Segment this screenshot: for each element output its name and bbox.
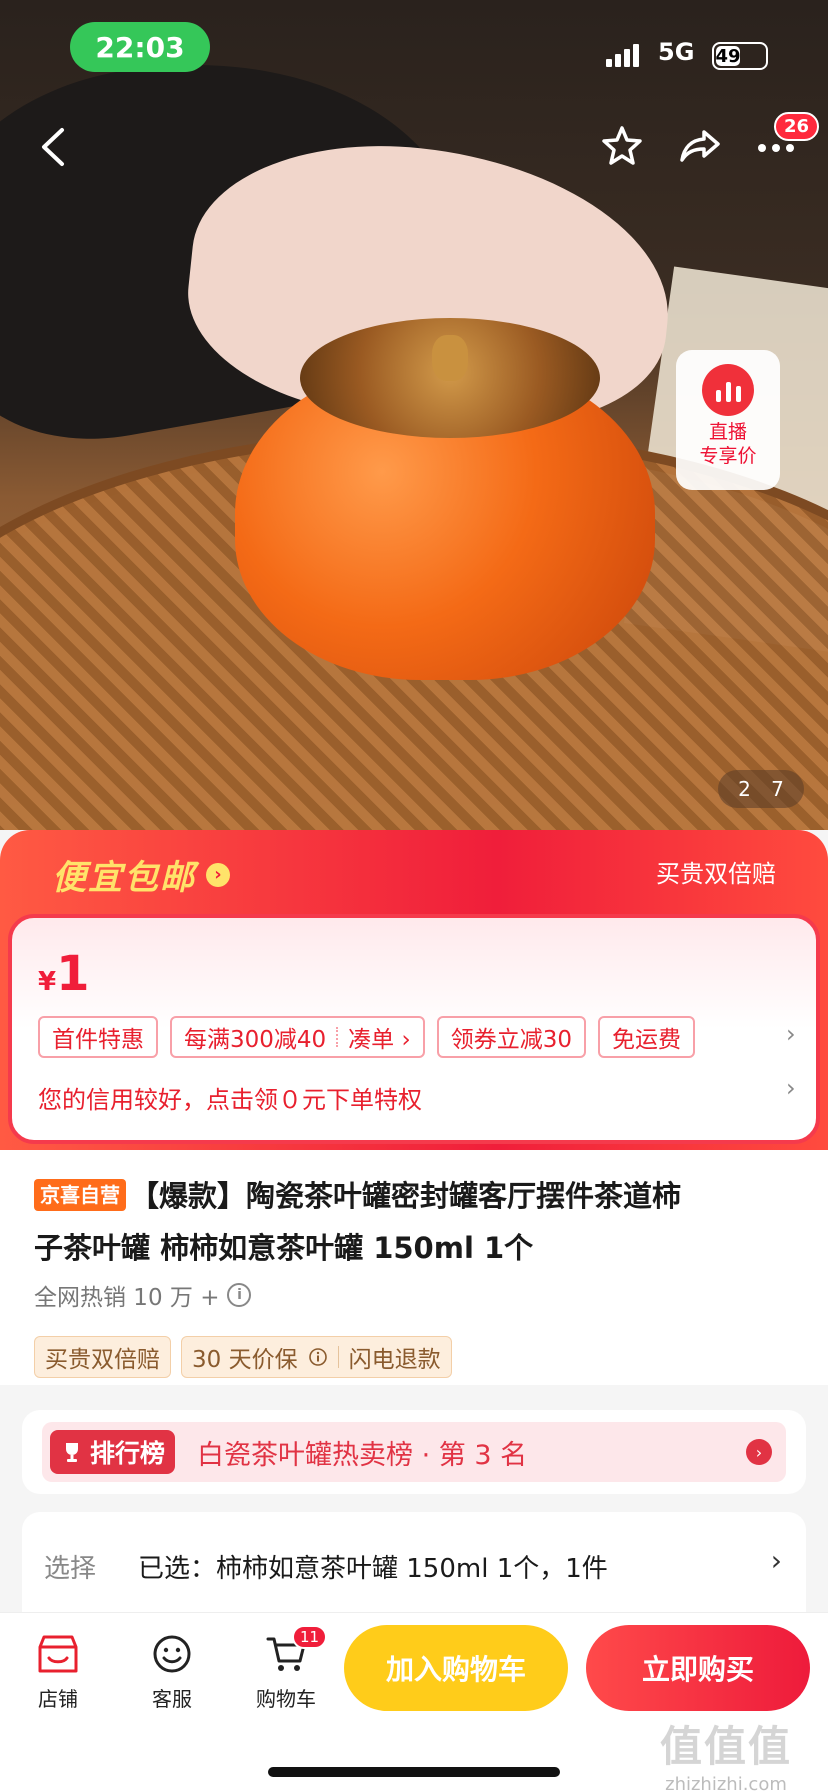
badge-label: 30 天价保	[192, 1347, 298, 1373]
credit-chevron-icon[interactable]: ›	[786, 1074, 796, 1102]
promo-guarantee: 买贵双倍赔	[656, 860, 776, 888]
promo-tag-coupon[interactable]: 领券立减30	[436, 1016, 586, 1058]
sales-text: 全网热销 10 万 +	[34, 1285, 220, 1311]
pager-total: 7	[771, 777, 784, 801]
add-on-link[interactable]: 凑单 ›	[348, 1020, 411, 1054]
back-arrow-icon	[42, 128, 64, 166]
badge-label: 买贵双倍赔	[45, 1347, 160, 1373]
double-refund-badge: 买贵双倍赔	[34, 1336, 171, 1378]
buy-now-button[interactable]: 立即购买	[586, 1625, 810, 1711]
selection-label: 选择	[44, 1554, 97, 1584]
status-time: 22:03	[70, 22, 210, 72]
price: ¥1	[38, 946, 90, 1002]
badge-divider	[337, 1346, 339, 1368]
live-price-label: 专享价	[699, 445, 757, 467]
badge-label: 闪电退款	[348, 1347, 441, 1373]
cart-label: 购物车	[256, 1687, 316, 1711]
promo-tag-label: 首件特惠	[52, 1027, 144, 1053]
spec-selection-row[interactable]: 选择 已选：柿柿如意茶叶罐 150ml 1个，1件 ›	[22, 1512, 806, 1612]
chat-smile-icon	[153, 1635, 191, 1673]
ranking-tag-label: 排行榜	[90, 1439, 166, 1468]
promo-tag-first-order: 首件特惠	[38, 1016, 158, 1058]
promo-tag-label: 免运费	[611, 1027, 681, 1053]
store-label: 店铺	[38, 1687, 78, 1711]
promo-title: 便宜包邮	[52, 858, 196, 898]
status-bar: 22:03 5G 49	[0, 0, 828, 96]
selection-value: 已选：柿柿如意茶叶罐 150ml 1个，1件	[138, 1554, 608, 1584]
share-icon	[680, 130, 720, 162]
promo-arrow-icon: ›	[206, 862, 230, 887]
credit-privilege-link[interactable]: 您的信用较好，点击领０元下单特权	[38, 1080, 422, 1115]
promo-tags[interactable]: 首件特惠 每满300减40 凑单 › 领券立减30 免运费	[38, 1016, 695, 1058]
watermark-logo: 值值值	[660, 1722, 793, 1771]
self-operated-badge: 京喜自营	[34, 1179, 126, 1211]
network-type: 5G	[658, 38, 695, 66]
watermark-url: zhizhizhi.com	[665, 1774, 787, 1792]
back-button[interactable]	[28, 112, 78, 182]
signal-icon	[606, 44, 639, 67]
product-title-line1: 【爆款】陶瓷茶叶罐密封罐客厅摆件茶道柿	[130, 1179, 682, 1213]
ranking-banner: 排行榜 白瓷茶叶罐热卖榜 · 第 3 名 ›	[42, 1422, 786, 1482]
service-badges[interactable]: 买贵双倍赔 30 天价保 闪电退款	[34, 1336, 452, 1378]
trophy-icon	[66, 1443, 78, 1462]
promo-tag-free-shipping: 免运费	[597, 1016, 695, 1058]
price-value: 1	[56, 946, 90, 1002]
sales-volume: 全网热销 10 万 + i	[34, 1278, 252, 1312]
live-stream-icon	[702, 364, 754, 416]
watermark: 值值值 zhizhizhi.com	[660, 1713, 792, 1792]
price-protect-badge: 30 天价保 闪电退款	[181, 1336, 452, 1378]
promo-tag-label: 每满300减40	[184, 1027, 327, 1053]
service-label: 客服	[152, 1687, 192, 1711]
live-label: 直播	[708, 421, 747, 443]
photo-jar-knob	[432, 335, 468, 381]
share-button[interactable]	[672, 118, 728, 174]
price-card: ¥1 首件特惠 每满300减40 凑单 › 领券立减30 免运费 › 您的信用较…	[8, 914, 820, 1144]
product-detail-page: 22:03 5G 49 26 直播 专享价 2 7 便宜包邮 › 买贵双倍赔 ¥…	[0, 0, 828, 1792]
star-icon	[602, 126, 642, 165]
tags-chevron-icon[interactable]: ›	[786, 1020, 796, 1048]
promo-panel: 便宜包邮 › 买贵双倍赔 ¥1 首件特惠 每满300减40 凑单 › 领券立减3…	[0, 830, 828, 1150]
price-currency: ¥	[38, 967, 57, 997]
info-icon[interactable]: i	[227, 1283, 252, 1307]
cart-tab[interactable]: 11 购物车	[246, 1625, 328, 1712]
image-pager: 2 7	[718, 770, 804, 808]
ranking-card[interactable]: 排行榜 白瓷茶叶罐热卖榜 · 第 3 名 ›	[22, 1410, 806, 1494]
notification-badge: 26	[774, 112, 820, 141]
info-icon	[308, 1348, 327, 1366]
product-info: 京喜自营 【爆款】陶瓷茶叶罐密封罐客厅摆件茶道柿 子茶叶罐 柿柿如意茶叶罐 150…	[0, 1150, 828, 1385]
promo-tag-full-reduction: 每满300减40 凑单 ›	[170, 1016, 425, 1058]
battery-icon: 49	[712, 42, 768, 70]
more-dots-icon	[758, 144, 794, 152]
promo-tag-label: 领券立减30	[450, 1027, 572, 1053]
chevron-right-icon: ›	[770, 1544, 782, 1577]
live-price-button[interactable]: 直播 专享价	[676, 350, 780, 490]
product-title-line2: 子茶叶罐 柿柿如意茶叶罐 150ml 1个	[34, 1231, 534, 1265]
pager-current: 2	[738, 777, 751, 801]
product-title: 京喜自营 【爆款】陶瓷茶叶罐密封罐客厅摆件茶道柿 子茶叶罐 柿柿如意茶叶罐 150…	[34, 1170, 794, 1274]
store-icon	[38, 1635, 78, 1673]
promo-header-link[interactable]: 便宜包邮 ›	[52, 850, 230, 899]
ranking-arrow-icon: ›	[746, 1439, 772, 1465]
promo-tag-divider	[336, 1027, 339, 1047]
battery-level: 49	[715, 45, 741, 67]
ranking-text: 白瓷茶叶罐热卖榜 · 第 3 名	[197, 1439, 528, 1471]
add-to-cart-button[interactable]: 加入购物车	[344, 1625, 568, 1711]
ranking-tag: 排行榜	[50, 1430, 176, 1474]
customer-service-tab[interactable]: 客服	[132, 1633, 212, 1712]
bottom-action-bar: 店铺 客服 11 购物车 加入购物车 立即购买 值值值 zhizhizhi.co…	[0, 1612, 828, 1792]
favorite-button[interactable]	[596, 118, 648, 174]
home-indicator[interactable]	[268, 1767, 560, 1777]
cart-count-badge: 11	[292, 1625, 328, 1649]
store-tab[interactable]: 店铺	[18, 1633, 98, 1712]
